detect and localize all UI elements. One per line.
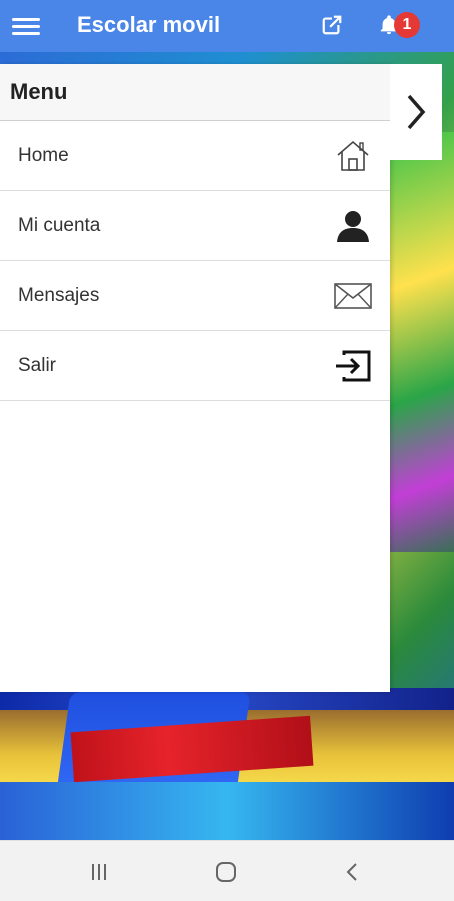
menu-item-mensajes[interactable]: Mensajes — [0, 261, 390, 331]
notification-badge: 1 — [394, 12, 420, 38]
notifications-button[interactable]: 1 — [378, 12, 426, 40]
logout-icon — [334, 348, 372, 384]
menu-item-mi-cuenta[interactable]: Mi cuenta — [0, 191, 390, 261]
drawer-toggle-button[interactable] — [390, 64, 442, 160]
menu-item-label: Mi cuenta — [18, 214, 101, 236]
app-bar: Escolar movil 1 — [0, 0, 454, 52]
user-icon — [334, 208, 372, 244]
hamburger-menu-icon[interactable] — [12, 14, 40, 38]
painting-stripe — [380, 132, 454, 552]
system-nav-bar — [0, 840, 454, 901]
back-icon[interactable] — [340, 859, 366, 885]
menu-item-label: Salir — [18, 354, 57, 376]
chevron-right-icon — [407, 94, 426, 130]
menu-title: Menu — [10, 79, 68, 104]
painting-bottom — [0, 782, 454, 840]
recent-apps-icon[interactable] — [86, 859, 112, 885]
menu-item-salir[interactable]: Salir — [0, 331, 390, 401]
mail-icon — [334, 278, 372, 314]
menu-header: Menu — [0, 64, 390, 121]
menu-item-label: Mensajes — [18, 284, 100, 306]
open-external-icon[interactable] — [321, 14, 343, 36]
app-title: Escolar movil — [77, 12, 221, 37]
side-menu: Menu Home Mi cuenta Mensajes Salir — [0, 64, 390, 692]
home-icon — [334, 138, 372, 174]
menu-item-home[interactable]: Home — [0, 121, 390, 191]
home-circle-icon[interactable] — [213, 859, 239, 885]
menu-item-label: Home — [18, 144, 69, 166]
